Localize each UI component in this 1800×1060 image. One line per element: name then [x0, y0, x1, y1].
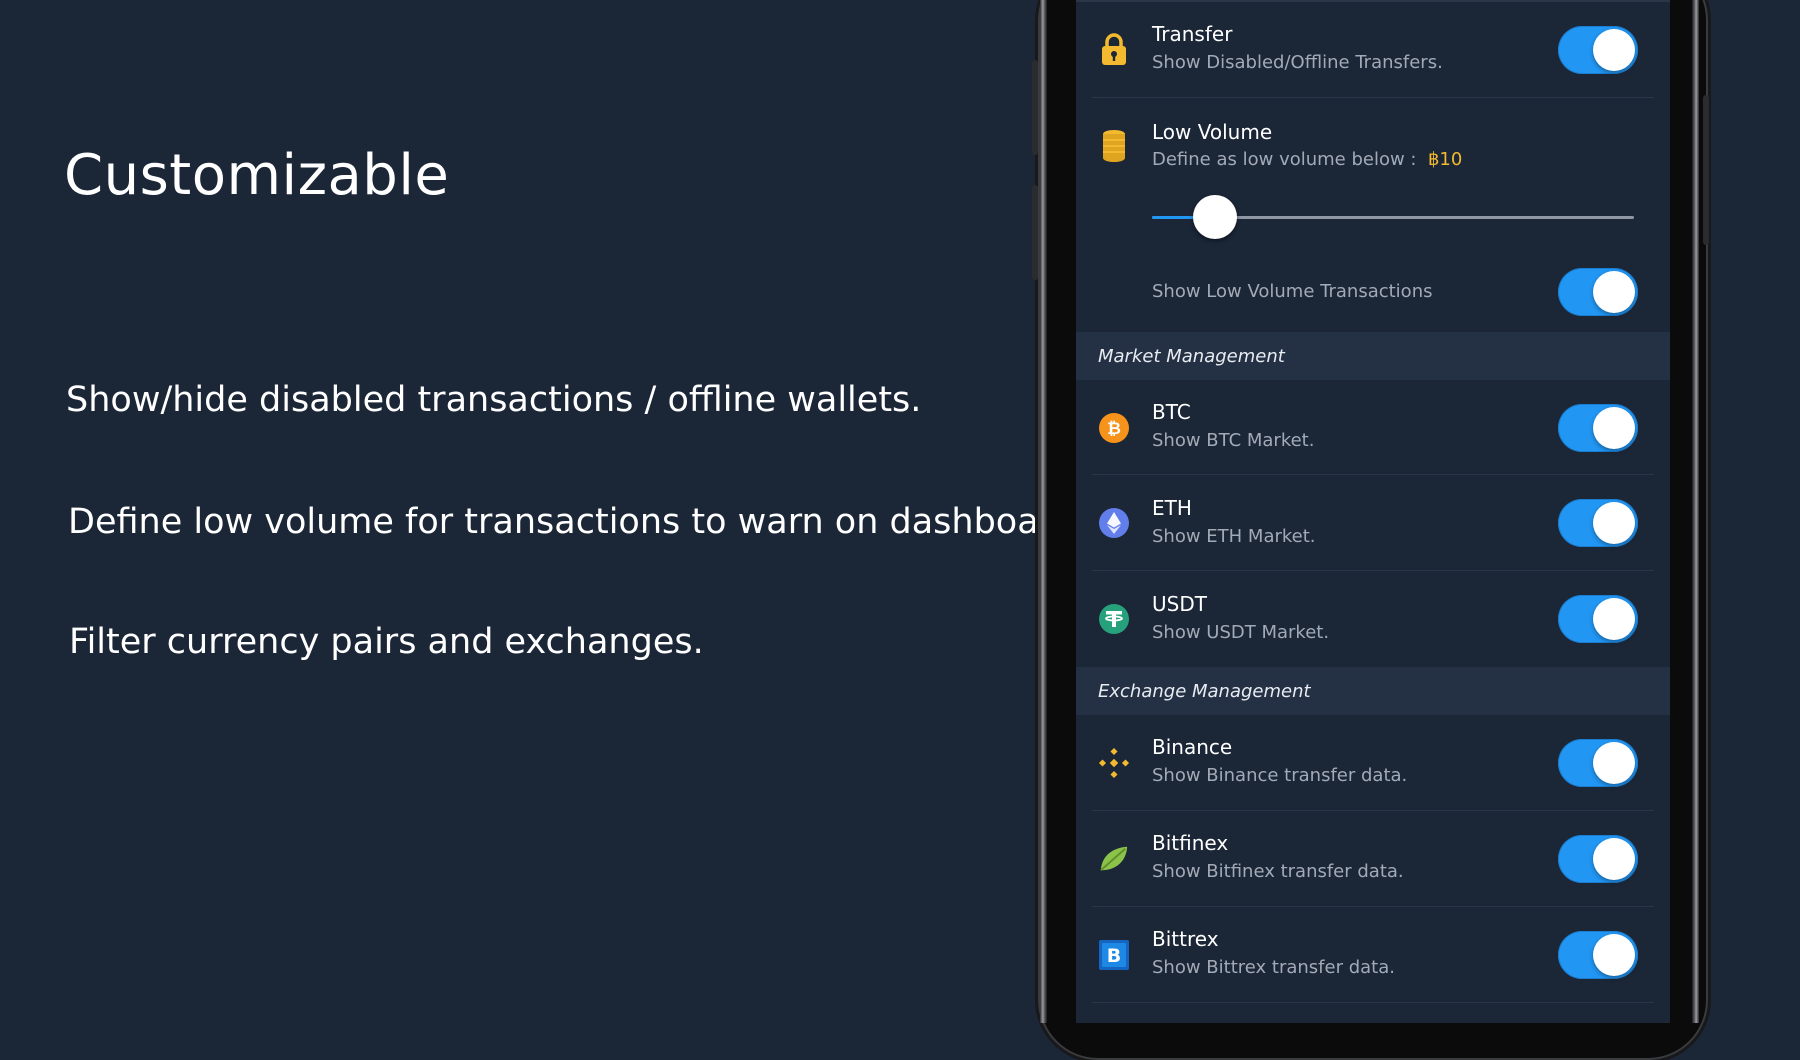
toggle-knob — [1593, 598, 1635, 640]
transfer-toggle[interactable] — [1558, 26, 1638, 74]
bitfinex-icon — [1098, 843, 1130, 875]
slider-thumb[interactable] — [1192, 195, 1237, 239]
section-header-label: Market Management — [1098, 346, 1285, 367]
usdt-toggle[interactable] — [1558, 595, 1638, 643]
exchange-row-bitfinex: Bitfinex Show Bitfinex transfer data. — [1076, 811, 1670, 907]
row-divider — [1092, 1002, 1654, 1003]
svg-text:B: B — [1107, 945, 1121, 967]
volume-up-button — [1032, 60, 1038, 155]
feature-low-volume: Define low volume for transactions to wa… — [68, 502, 1086, 542]
bittrex-icon: B — [1098, 939, 1130, 971]
usdt-title: USDT — [1152, 592, 1207, 616]
feature-disabled-transactions: Show/hide disabled transactions / offlin… — [66, 380, 922, 420]
market-row-btc: ₿ BTC Show BTC Market. — [1076, 380, 1670, 475]
phone-edge-left — [1040, 0, 1047, 1023]
toggle-knob — [1593, 271, 1635, 313]
section-header-exchange: Exchange Management — [1076, 667, 1670, 715]
low-volume-slider[interactable] — [1152, 195, 1634, 239]
ethereum-icon — [1098, 507, 1130, 539]
binance-icon — [1098, 747, 1130, 779]
settings-screen: Transfer Show Disabled/Offline Transfers… — [1076, 0, 1670, 1023]
low-volume-title: Low Volume — [1152, 120, 1273, 144]
coins-icon — [1098, 130, 1130, 162]
toggle-knob — [1593, 742, 1635, 784]
market-row-usdt: USDT Show USDT Market. — [1076, 571, 1670, 666]
show-low-volume-label: Show Low Volume Transactions — [1152, 281, 1433, 302]
svg-text:₿: ₿ — [1107, 419, 1121, 439]
section-header-market: Market Management — [1076, 332, 1670, 380]
tether-icon — [1098, 603, 1130, 635]
section-header-label: Exchange Management — [1098, 681, 1311, 702]
eth-toggle[interactable] — [1558, 499, 1638, 547]
power-button — [1703, 95, 1709, 245]
binance-subtitle: Show Binance transfer data. — [1152, 765, 1408, 786]
bittrex-title: Bittrex — [1152, 927, 1219, 951]
promo-title: Customizable — [64, 143, 450, 208]
low-volume-subtitle: Define as low volume below : ฿10 — [1152, 149, 1462, 170]
binance-toggle[interactable] — [1558, 739, 1638, 787]
low-volume-description: Define as low volume below : — [1152, 149, 1417, 170]
eth-subtitle: Show ETH Market. — [1152, 526, 1316, 547]
bittrex-subtitle: Show Bittrex transfer data. — [1152, 957, 1395, 978]
usdt-subtitle: Show USDT Market. — [1152, 622, 1330, 643]
feature-filter-pairs: Filter currency pairs and exchanges. — [69, 622, 704, 662]
lock-icon — [1098, 33, 1130, 65]
transfer-subtitle: Show Disabled/Offline Transfers. — [1152, 52, 1443, 73]
bitfinex-subtitle: Show Bitfinex transfer data. — [1152, 861, 1404, 882]
transfer-title: Transfer — [1152, 22, 1233, 46]
btc-toggle[interactable] — [1558, 404, 1638, 452]
eth-title: ETH — [1152, 496, 1192, 520]
low-volume-value: ฿10 — [1427, 149, 1463, 170]
toggle-knob — [1593, 934, 1635, 976]
show-low-volume-toggle[interactable] — [1558, 268, 1638, 316]
volume-down-button — [1032, 185, 1038, 280]
toggle-knob — [1593, 407, 1635, 449]
exchange-row-binance: Binance Show Binance transfer data. — [1076, 715, 1670, 811]
setting-row-low-volume: Low Volume Define as low volume below : … — [1076, 98, 1670, 332]
toggle-knob — [1593, 29, 1635, 71]
bittrex-toggle[interactable] — [1558, 931, 1638, 979]
bitcoin-icon: ₿ — [1098, 412, 1130, 444]
btc-subtitle: Show BTC Market. — [1152, 430, 1315, 451]
bitfinex-title: Bitfinex — [1152, 831, 1229, 855]
binance-title: Binance — [1152, 735, 1233, 759]
toggle-knob — [1593, 502, 1635, 544]
setting-row-transfer: Transfer Show Disabled/Offline Transfers… — [1076, 0, 1670, 98]
market-row-eth: ETH Show ETH Market. — [1076, 475, 1670, 571]
phone-edge-right — [1692, 0, 1699, 1023]
exchange-row-bittrex: B Bittrex Show Bittrex transfer data. — [1076, 907, 1670, 1003]
btc-title: BTC — [1152, 400, 1191, 424]
toggle-knob — [1593, 838, 1635, 880]
bitfinex-toggle[interactable] — [1558, 835, 1638, 883]
